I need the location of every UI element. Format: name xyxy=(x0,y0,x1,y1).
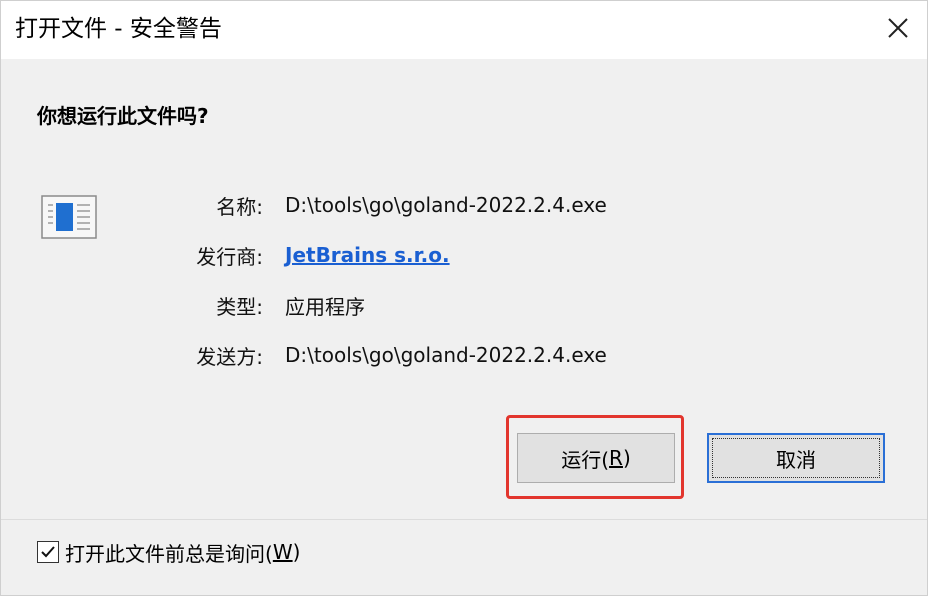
footer-divider xyxy=(1,519,927,520)
run-label-main: 运行( xyxy=(561,447,610,472)
security-warning-dialog: 打开文件 - 安全警告 你想运行此文件吗? 名称: D:\tools\go\go… xyxy=(0,0,928,596)
application-window-icon xyxy=(41,195,97,239)
always-ask-checkbox-row[interactable]: 打开此文件前总是询问(W) xyxy=(37,537,300,567)
from-value: D:\tools\go\goland-2022.2.4.exe xyxy=(285,343,607,367)
title-bar: 打开文件 - 安全警告 xyxy=(1,1,927,59)
run-label-end: ) xyxy=(622,446,631,470)
info-row-name: 名称: D:\tools\go\goland-2022.2.4.exe xyxy=(151,189,607,221)
publisher-link[interactable]: JetBrains s.r.o. xyxy=(285,243,450,267)
checkmark-icon xyxy=(41,546,55,558)
from-label: 发送方: xyxy=(196,344,263,369)
close-button[interactable] xyxy=(877,7,919,49)
type-value: 应用程序 xyxy=(285,294,365,319)
info-row-publisher: 发行商: JetBrains s.r.o. xyxy=(151,239,450,271)
name-value: D:\tools\go\goland-2022.2.4.exe xyxy=(285,193,607,217)
name-label: 名称: xyxy=(216,194,263,219)
run-button[interactable]: 运行(R) xyxy=(517,433,675,483)
always-ask-label-main: 打开此文件前总是询问( xyxy=(65,541,273,566)
window-title: 打开文件 - 安全警告 xyxy=(15,16,222,42)
always-ask-checkbox[interactable] xyxy=(37,541,59,563)
cancel-button[interactable]: 取消 xyxy=(707,433,885,483)
run-label-accesskey: R xyxy=(609,446,623,470)
close-icon xyxy=(888,18,908,38)
info-row-type: 类型: 应用程序 xyxy=(151,289,365,321)
type-label: 类型: xyxy=(216,294,263,319)
publisher-label: 发行商: xyxy=(196,244,263,269)
cancel-label: 取消 xyxy=(776,447,816,472)
always-ask-label-accesskey: W xyxy=(272,540,293,564)
always-ask-label-end: ) xyxy=(292,540,301,564)
run-question: 你想运行此文件吗? xyxy=(37,104,209,128)
info-row-from: 发送方: D:\tools\go\goland-2022.2.4.exe xyxy=(151,339,607,371)
